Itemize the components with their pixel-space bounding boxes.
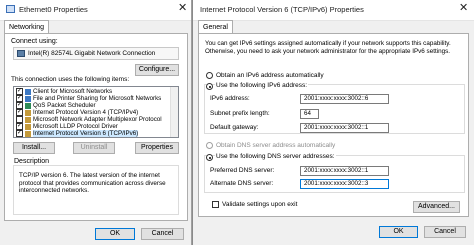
- properties-button[interactable]: Properties: [135, 142, 179, 154]
- alternate-dns-field[interactable]: 2001:xxxx:xxxx:3002::3: [300, 179, 389, 189]
- general-panel: You can get IPv6 settings assigned autom…: [198, 33, 469, 217]
- ethernet-properties-window: Ethernet0 Properties ✕ Networking Connec…: [0, 0, 192, 245]
- right-tab-strip: General: [193, 20, 474, 34]
- close-icon[interactable]: ✕: [178, 3, 187, 14]
- networking-panel: Connect using: Intel(R) 82574L Gigabit N…: [4, 33, 188, 221]
- adapter-name: Intel(R) 82574L Gigabit Network Connecti…: [28, 50, 156, 57]
- ipv6-address-field[interactable]: 2001:xxxx:xxxx:3002::6: [300, 94, 389, 104]
- tab-networking[interactable]: Networking: [4, 20, 50, 34]
- item-checkbox[interactable]: ✓: [16, 102, 23, 109]
- item-label: Microsoft Network Adapter Multiplexor Pr…: [33, 116, 162, 123]
- item-label: Microsoft LLDP Protocol Driver: [33, 123, 118, 130]
- adapter-field: Intel(R) 82574L Gigabit Network Connecti…: [13, 47, 179, 60]
- list-item-selected[interactable]: ✓ Internet Protocol Version 6 (TCP/IPv6): [14, 130, 178, 137]
- connect-using-label: Connect using:: [11, 38, 58, 45]
- items-scrollbar[interactable]: [170, 87, 178, 137]
- auto-ip-radio[interactable]: [206, 72, 213, 79]
- items-list[interactable]: ✓ Client for Microsoft Networks ✓ File a…: [13, 86, 179, 138]
- tab-general[interactable]: General: [198, 20, 233, 34]
- gateway-label: Default gateway:: [210, 124, 259, 131]
- protocol-icon: [25, 131, 31, 137]
- preferred-dns-label: Preferred DNS server:: [210, 167, 275, 174]
- left-cancel-button[interactable]: Cancel: [141, 228, 184, 240]
- prefix-field[interactable]: 64: [300, 109, 319, 119]
- items-label: This connection uses the following items…: [11, 76, 130, 83]
- auto-dns-label: Obtain DNS server address automatically: [216, 142, 336, 149]
- item-checkbox[interactable]: ✓: [16, 123, 23, 130]
- adapter-icon: [17, 50, 25, 57]
- item-label: Internet Protocol Version 6 (TCP/IPv6): [33, 130, 139, 137]
- right-ok-button[interactable]: OK: [379, 226, 418, 238]
- left-window-title: Ethernet0 Properties: [19, 5, 88, 14]
- prefix-label: Subnet prefix length:: [210, 110, 270, 117]
- install-button[interactable]: Install...: [13, 142, 55, 154]
- ipv6-properties-window: Internet Protocol Version 6 (TCP/IPv6) P…: [192, 0, 474, 245]
- item-label: Internet Protocol Version 4 (TCP/IPv4): [33, 109, 139, 116]
- validate-label: Validate settings upon exit: [222, 201, 298, 208]
- use-ip-radio[interactable]: [206, 83, 213, 90]
- use-ip-label: Use the following IPv6 address:: [215, 82, 309, 89]
- use-dns-radio[interactable]: [206, 154, 213, 161]
- description-text: TCP/IP version 6. The latest version of …: [19, 172, 166, 194]
- item-checkbox[interactable]: ✓: [16, 130, 23, 137]
- right-cancel-button[interactable]: Cancel: [424, 226, 466, 238]
- right-window-title: Internet Protocol Version 6 (TCP/IPv6) P…: [200, 5, 364, 14]
- item-label: File and Printer Sharing for Microsoft N…: [33, 95, 162, 102]
- auto-ip-label: Obtain an IPv6 address automatically: [216, 72, 324, 79]
- network-adapter-icon: [6, 5, 15, 13]
- left-tab-strip: Networking: [0, 20, 191, 34]
- ipv6-address-label: IPv6 address:: [210, 95, 250, 102]
- preferred-dns-field[interactable]: 2001:xxxx:xxxx:3002::1: [300, 166, 389, 176]
- configure-button[interactable]: Configure...: [135, 64, 179, 76]
- uninstall-button[interactable]: Uninstall: [73, 142, 115, 154]
- item-checkbox[interactable]: ✓: [16, 109, 23, 116]
- item-label: QoS Packet Scheduler: [33, 102, 96, 109]
- right-titlebar: Internet Protocol Version 6 (TCP/IPv6) P…: [193, 0, 474, 21]
- description-group: TCP/IP version 6. The latest version of …: [13, 165, 179, 215]
- use-dns-label: Use the following DNS server addresses:: [215, 153, 336, 160]
- item-checkbox[interactable]: ✓: [16, 95, 23, 102]
- auto-dns-radio[interactable]: [206, 142, 213, 149]
- intro-text: You can get IPv6 settings assigned autom…: [205, 40, 451, 55]
- close-icon[interactable]: ✕: [459, 3, 468, 14]
- item-label: Client for Microsoft Networks: [33, 88, 113, 95]
- left-titlebar: Ethernet0 Properties ✕: [0, 0, 191, 21]
- gateway-field[interactable]: 2001:xxxx:xxxx:3002::1: [300, 123, 389, 133]
- description-label: Description: [13, 158, 51, 165]
- item-checkbox[interactable]: ✓: [16, 88, 23, 95]
- advanced-button[interactable]: Advanced...: [413, 201, 460, 213]
- alternate-dns-label: Alternate DNS server:: [210, 180, 274, 187]
- item-checkbox[interactable]: [16, 116, 23, 123]
- validate-checkbox[interactable]: [212, 201, 219, 208]
- left-ok-button[interactable]: OK: [95, 228, 135, 240]
